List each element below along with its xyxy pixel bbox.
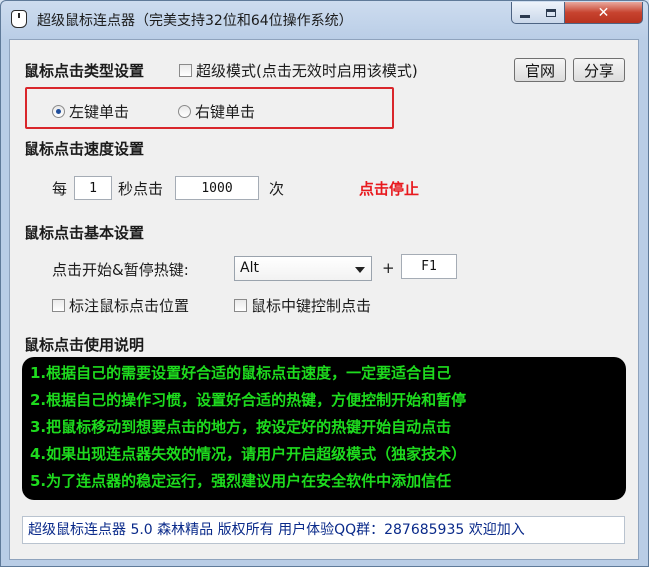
super-mode-check-box[interactable] bbox=[179, 64, 192, 77]
chevron-down-icon bbox=[355, 267, 365, 273]
right-click-radio-dot[interactable] bbox=[178, 105, 191, 118]
mark-position-checkbox[interactable]: 标注鼠标点击位置 bbox=[52, 295, 189, 316]
click-type-heading: 鼠标点击类型设置 bbox=[24, 62, 145, 80]
official-site-button[interactable]: 官网 bbox=[514, 58, 566, 82]
instruction-line: 2.根据自己的操作习惯，设置好合适的热键，方便控制开始和暂停 bbox=[30, 391, 467, 409]
middle-button-label: 鼠标中键控制点击 bbox=[251, 297, 372, 315]
middle-button-checkbox[interactable]: 鼠标中键控制点击 bbox=[234, 295, 371, 316]
close-button[interactable]: ✕ bbox=[565, 2, 643, 24]
hotkey-plus: + bbox=[382, 259, 395, 277]
instruction-line: 3.把鼠标移动到想要点击的地方，按设定好的热键开始自动点击 bbox=[30, 418, 452, 436]
speed-heading: 鼠标点击速度设置 bbox=[24, 140, 145, 158]
share-button[interactable]: 分享 bbox=[573, 58, 625, 82]
mark-position-label: 标注鼠标点击位置 bbox=[69, 297, 190, 315]
instruction-line: 4.如果出现连点器失效的情况，请用户开启超级模式（独家技术） bbox=[30, 445, 467, 463]
middle-button-check-box[interactable] bbox=[234, 299, 247, 312]
basic-heading: 鼠标点击基本设置 bbox=[24, 224, 145, 242]
speed-suffix: 次 bbox=[269, 180, 285, 198]
window-title: 超级鼠标连点器（完美支持32位和64位操作系统） bbox=[37, 13, 353, 29]
seconds-input[interactable]: 1 bbox=[74, 176, 112, 200]
right-click-label: 右键单击 bbox=[195, 103, 256, 121]
minimize-icon bbox=[520, 15, 530, 18]
hotkey-label: 点击开始&暂停热键: bbox=[52, 261, 189, 279]
super-mode-checkbox[interactable]: 超级模式(点击无效时启用该模式) bbox=[179, 60, 418, 81]
instructions-panel: 1.根据自己的需要设置好合适的鼠标点击速度，一定要适合自己 2.根据自己的操作习… bbox=[22, 357, 626, 500]
instruction-line: 1.根据自己的需要设置好合适的鼠标点击速度，一定要适合自己 bbox=[30, 364, 452, 382]
title-bar[interactable]: 超级鼠标连点器（完美支持32位和64位操作系统） ✕ bbox=[1, 1, 648, 37]
instruction-line: 5.为了连点器的稳定运行，强烈建议用户在安全软件中添加信任 bbox=[30, 472, 452, 490]
clicks-input[interactable]: 1000 bbox=[175, 176, 259, 200]
left-click-label: 左键单击 bbox=[69, 103, 130, 121]
status-bar: 超级鼠标连点器 5.0 森林精品 版权所有 用户体验QQ群：287685935 … bbox=[22, 516, 625, 544]
hotkey-key-input[interactable]: F1 bbox=[401, 254, 457, 279]
mouse-icon bbox=[11, 10, 27, 28]
instructions-heading: 鼠标点击使用说明 bbox=[24, 336, 145, 354]
mark-position-check-box[interactable] bbox=[52, 299, 65, 312]
right-click-radio[interactable]: 右键单击 bbox=[178, 101, 255, 122]
main-panel: 鼠标点击类型设置 超级模式(点击无效时启用该模式) 官网 分享 左键单击 右键单… bbox=[9, 39, 639, 560]
left-click-radio[interactable]: 左键单击 bbox=[52, 101, 129, 122]
modifier-select[interactable]: Alt bbox=[234, 256, 372, 281]
speed-prefix: 每 bbox=[52, 180, 68, 198]
close-icon: ✕ bbox=[597, 4, 610, 21]
maximize-icon bbox=[546, 8, 556, 17]
click-stop-status[interactable]: 点击停止 bbox=[359, 178, 419, 199]
modifier-value: Alt bbox=[240, 260, 259, 276]
minimize-button[interactable] bbox=[511, 2, 539, 24]
left-click-radio-dot[interactable] bbox=[52, 105, 65, 118]
speed-mid-label: 秒点击 bbox=[118, 180, 164, 198]
super-mode-label: 超级模式(点击无效时启用该模式) bbox=[196, 62, 418, 80]
maximize-button[interactable] bbox=[538, 2, 565, 24]
app-window: 超级鼠标连点器（完美支持32位和64位操作系统） ✕ 鼠标点击类型设置 超级模式… bbox=[0, 0, 649, 567]
